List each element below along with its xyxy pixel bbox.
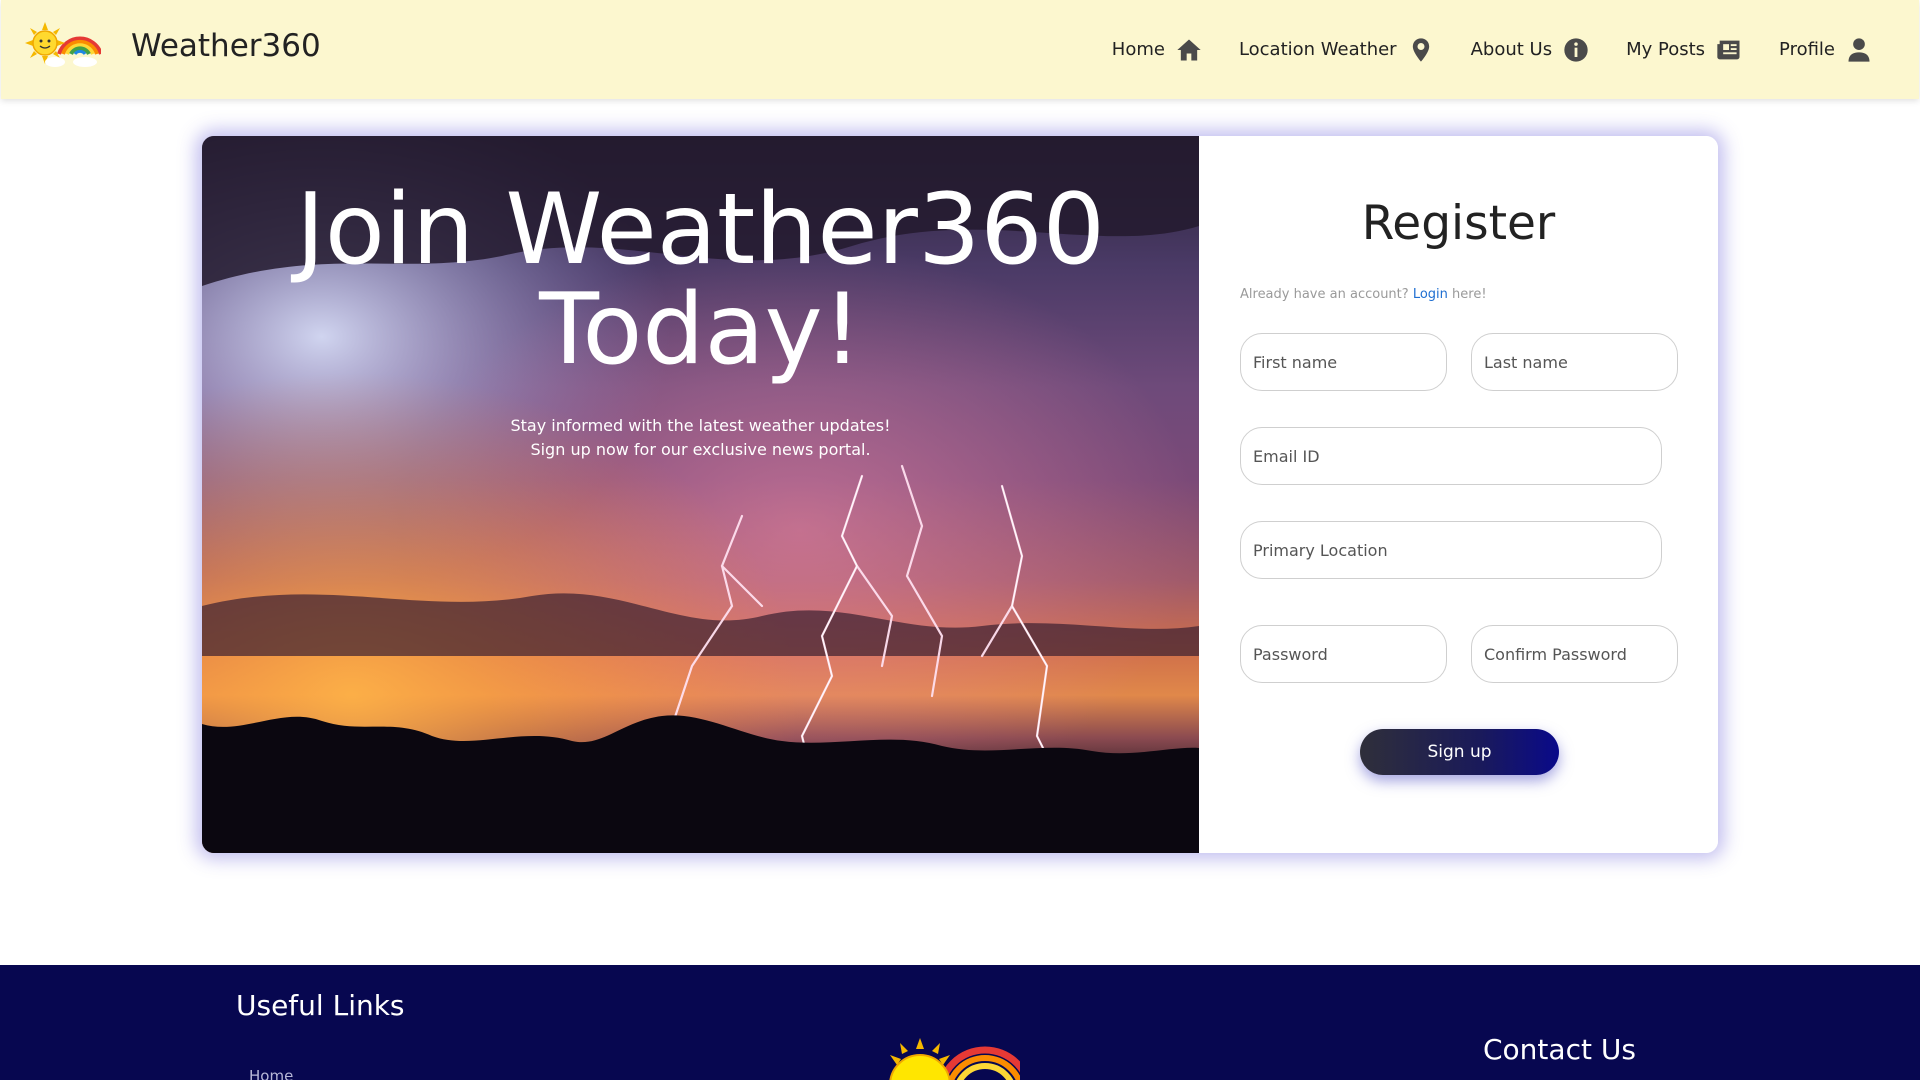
confirm-password-input[interactable] [1471,625,1678,683]
nav-item-label: Home [1111,39,1165,60]
nav-item-my-posts[interactable]: My Posts [1626,36,1743,64]
hero-title-line2: Today! [539,273,862,387]
nav-item-about-us[interactable]: About Us [1471,36,1591,64]
hero-panel: Join Weather360 Today! Stay informed wit… [202,136,1199,853]
primary-location-input[interactable] [1240,521,1662,579]
nav-item-label: Profile [1779,39,1835,60]
register-card: Join Weather360 Today! Stay informed wit… [202,136,1718,853]
sun-rainbow-icon [889,1038,1020,1080]
login-hint-suffix: here! [1452,287,1487,302]
nav-item-label: My Posts [1626,39,1706,60]
sign-up-button[interactable]: Sign up [1360,729,1559,775]
hero-subtitle: Stay informed with the latest weather up… [202,414,1199,462]
navbar: Weather360 Home Location Weather About U… [1,0,1919,99]
sun-rainbow-icon[interactable] [25,20,101,68]
nav-item-profile[interactable]: Profile [1779,36,1873,64]
nav-item-label: About Us [1470,39,1553,60]
first-name-input[interactable] [1240,333,1447,391]
login-hint: Already have an account? Login here! [1240,287,1487,302]
hero-title-line1: Join Weather360 [295,173,1106,287]
email-input[interactable] [1240,427,1662,485]
nav-item-label: Location Weather [1238,39,1397,60]
nav-links: Home Location Weather About Us My Posts … [1112,0,1873,99]
user-icon [1848,37,1870,62]
newspaper-icon [1717,40,1740,59]
nav-item-location-weather[interactable]: Location Weather [1239,36,1435,64]
footer-link-home[interactable]: Home [249,1067,293,1080]
hero-title: Join Weather360 Today! [202,180,1199,380]
brand-name[interactable]: Weather360 [131,28,321,64]
last-name-input[interactable] [1471,333,1678,391]
contact-us-title: Contact Us [1483,1033,1636,1066]
register-title: Register [1361,196,1556,251]
map-pin-icon [1412,37,1429,62]
login-link[interactable]: Login [1413,287,1448,302]
useful-links-title: Useful Links [236,989,405,1022]
nav-item-home[interactable]: Home [1112,36,1203,64]
hero-subtitle-line1: Stay informed with the latest weather up… [510,416,891,435]
info-icon [1564,37,1588,62]
footer: Useful Links Home Contact Us [0,965,1920,1080]
home-icon [1177,39,1201,60]
password-input[interactable] [1240,625,1447,683]
login-hint-prefix: Already have an account? [1240,287,1409,302]
register-form: Register Already have an account? Login … [1199,136,1718,853]
hero-subtitle-line2: Sign up now for our exclusive news porta… [530,440,871,459]
